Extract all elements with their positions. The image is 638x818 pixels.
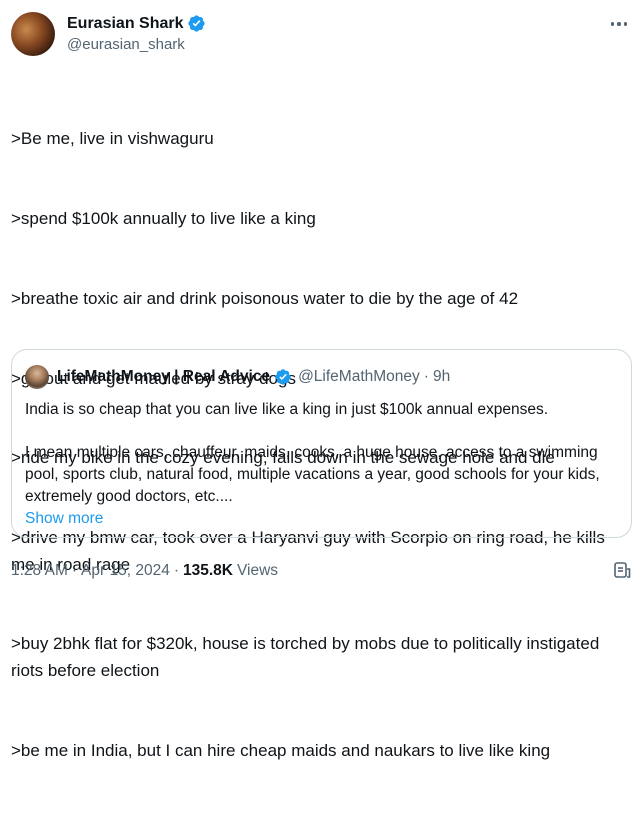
show-more-link[interactable]: Show more (25, 508, 103, 530)
more-horizontal-icon[interactable] (608, 17, 630, 31)
author-name-row: Eurasian Shark (67, 14, 206, 34)
tweet-line: >buy 2bhk flat for $320k, house is torch… (11, 634, 605, 681)
views-count: 135.8K (182, 562, 233, 579)
verified-badge-icon (275, 369, 291, 385)
author-avatar[interactable] (11, 12, 55, 56)
tweet-line: >Be me, live in vishwaguru (11, 129, 214, 149)
quoted-paragraph: India is so cheap that you can live like… (25, 401, 549, 418)
tweet-line: >be me in India, but I can hire cheap ma… (11, 740, 551, 760)
meta-separator: · (71, 562, 78, 579)
quoted-timestamp: 9h (432, 368, 451, 385)
post-date[interactable]: Apr 15, 2024 (81, 562, 170, 580)
verified-badge-icon (187, 15, 205, 32)
author-display-name[interactable]: Eurasian Shark (67, 14, 184, 34)
quoted-author-name: LifeMathMoney | Real Advice (57, 368, 271, 385)
tweet-line: >breathe toxic air and drink poisonous w… (11, 288, 519, 308)
view-analytics-icon[interactable] (612, 560, 632, 580)
quoted-tweet-header: LifeMathMoney | Real Advice @LifeMathMon… (25, 365, 450, 389)
quoted-tweet-text: India is so cheap that you can live like… (25, 399, 615, 529)
quoted-author-avatar (25, 365, 49, 389)
quoted-paragraph: I mean multiple cars, chauffeur, maids, … (25, 444, 600, 505)
meta-separator: · (173, 562, 179, 579)
tweet: Eurasian Shark @eurasian_shark >Be me, l… (0, 0, 638, 760)
quoted-tweet[interactable]: LifeMathMoney | Real Advice @LifeMathMon… (11, 349, 632, 538)
post-time[interactable]: 1:28 AM (11, 562, 68, 580)
author-names: Eurasian Shark @eurasian_shark (67, 14, 206, 55)
views-label: Views (236, 562, 279, 579)
quoted-separator: · (423, 368, 429, 385)
tweet-meta: 1:28 AM · Apr 15, 2024 · 135.8K Views (11, 561, 278, 581)
tweet-header: Eurasian Shark @eurasian_shark (11, 11, 206, 57)
author-handle[interactable]: @eurasian_shark (67, 35, 206, 55)
tweet-line: >spend $100k annually to live like a kin… (11, 208, 316, 228)
quoted-author-handle: @LifeMathMoney (298, 368, 420, 385)
